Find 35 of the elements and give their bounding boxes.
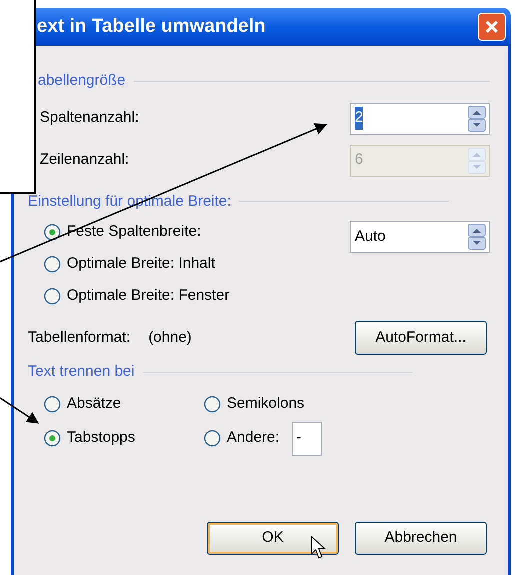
window-title: ext in Tabelle umwandeln [37,14,266,39]
field-label: Zeilenanzahl: [40,150,130,170]
autoformat-button[interactable]: AutoFormat... [355,321,487,355]
radio-button[interactable] [204,396,221,413]
field-value: - [296,428,302,448]
format-label: Tabellenformat: [28,328,131,348]
radio-label: Tabstopps [67,428,136,448]
format-value: (ohne) [148,328,192,348]
radio-label: Optimale Breite: Inhalt [67,254,216,274]
radio-button[interactable] [204,430,221,447]
field-value: Auto [355,226,386,247]
radio-label: Absätze [67,394,122,414]
close-button[interactable] [478,13,506,41]
spin-buttons-icon[interactable] [468,106,486,132]
radio-button[interactable] [44,256,61,272]
field-value: 2 [355,107,364,130]
group-title: abellengröße [38,71,126,91]
dialog-button[interactable]: Abbrechen [355,522,487,554]
spin-buttons-icon[interactable] [468,224,486,250]
close-icon [485,20,499,34]
radio-button[interactable] [44,430,61,447]
number-field[interactable]: 2 [350,102,490,134]
radio-button[interactable] [44,288,61,304]
radio-button[interactable] [44,396,61,413]
radio-label: Andere: [227,428,280,448]
mouse-cursor-icon [311,536,327,560]
other-field[interactable]: - [292,422,322,456]
field-label: Spaltenanzahl: [40,108,140,128]
radio-label: Semikolons [227,394,305,414]
radio-label: Optimale Breite: Fenster [67,286,230,306]
width-field[interactable]: Auto [350,221,490,253]
field-value: 6 [355,150,364,170]
group-title: Text trennen bei [28,362,135,382]
dialog-button[interactable]: OK [207,522,339,554]
radio-button[interactable] [44,224,61,240]
